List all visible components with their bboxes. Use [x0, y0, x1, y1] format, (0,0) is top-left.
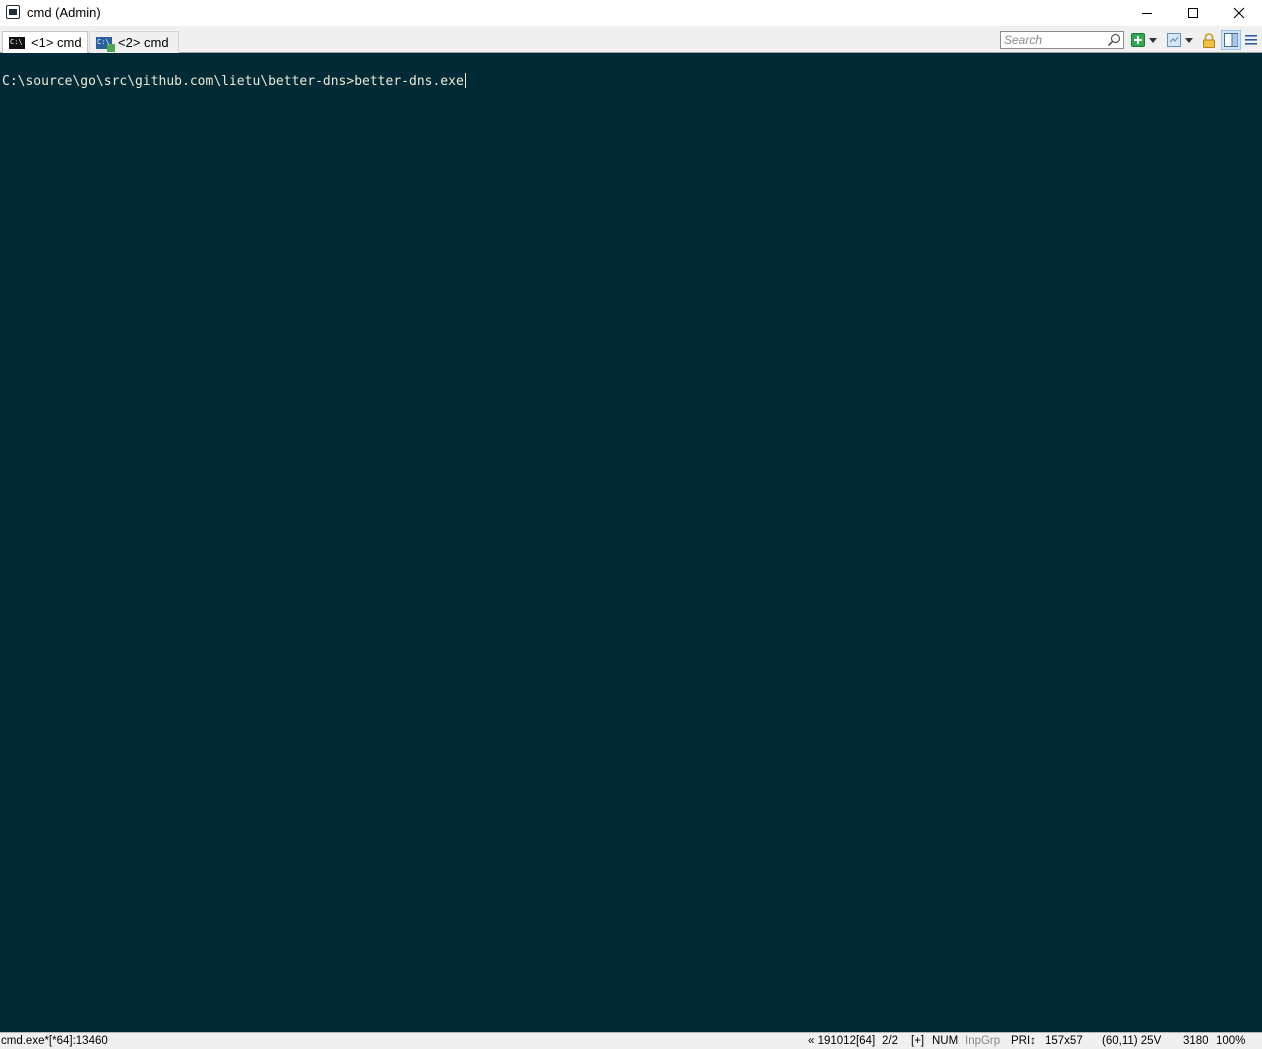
status-process[interactable]: cmd.exe*[*64]:13460 [1, 1034, 108, 1049]
dropdown-arrow-icon [1149, 37, 1157, 43]
text-cursor [464, 73, 466, 88]
lock-button[interactable] [1201, 32, 1217, 48]
conemu-window: cmd (Admin) <1> cmd <2> cmd [0, 0, 1262, 1049]
status-build[interactable]: « 191012[64] [808, 1034, 875, 1049]
menu-icon [1245, 35, 1257, 45]
view-button[interactable] [1166, 32, 1182, 48]
dropdown-arrow-icon [1185, 37, 1193, 43]
status-console-index[interactable]: 2/2 [882, 1034, 898, 1049]
status-console-size[interactable]: 157x57 [1045, 1034, 1083, 1049]
panel-icon [1224, 33, 1238, 47]
tab-cmd-2[interactable]: <2> cmd [89, 31, 179, 53]
status-bar: cmd.exe*[*64]:13460 « 191012[64] 2/2 [+]… [0, 1032, 1262, 1049]
tab-label: <2> cmd [118, 35, 169, 50]
status-cursor-position: (60,11) 25V [1102, 1035, 1162, 1047]
status-zoom[interactable]: 100% [1216, 1034, 1245, 1049]
tab-label: <1> cmd [31, 35, 82, 50]
status-numlock: NUM [932, 1035, 959, 1047]
console-prompt: C:\source\go\src\github.com\lietu\better… [2, 74, 355, 89]
lock-icon [1203, 32, 1215, 48]
close-button[interactable] [1216, 0, 1262, 26]
new-console-button[interactable] [1130, 32, 1146, 48]
maximize-icon [1188, 8, 1198, 18]
panel-toggle-button[interactable] [1221, 30, 1241, 50]
view-dropdown[interactable] [1184, 32, 1194, 48]
console-line: C:\source\go\src\github.com\lietu\better… [2, 73, 466, 91]
status-priority[interactable]: PRI↕ [1011, 1034, 1036, 1049]
tab-cmd-1[interactable]: <1> cmd [2, 31, 88, 53]
add-console-icon [1131, 33, 1145, 47]
main-menu-button[interactable] [1243, 32, 1259, 48]
status-input-group[interactable]: InpGrp [965, 1034, 1000, 1049]
title-bar[interactable]: cmd (Admin) [0, 0, 1262, 26]
status-plus[interactable]: [+] [911, 1034, 924, 1049]
console-area[interactable]: C:\source\go\src\github.com\lietu\better… [0, 53, 1262, 1032]
admin-console-icon [96, 36, 115, 52]
close-icon [1233, 7, 1245, 19]
window-title: cmd (Admin) [27, 5, 101, 20]
search-icon[interactable] [1107, 33, 1121, 47]
maximize-button[interactable] [1170, 0, 1216, 26]
search-box[interactable] [1000, 31, 1124, 49]
view-icon [1167, 33, 1181, 47]
app-icon[interactable] [6, 5, 20, 19]
status-pid: 3180 [1183, 1035, 1209, 1047]
console-command: better-dns.exe [354, 74, 464, 89]
minimize-button[interactable] [1124, 0, 1170, 26]
new-console-dropdown[interactable] [1148, 32, 1158, 48]
minimize-icon [1142, 13, 1152, 14]
search-input[interactable] [1004, 32, 1104, 48]
console-icon [9, 36, 25, 49]
